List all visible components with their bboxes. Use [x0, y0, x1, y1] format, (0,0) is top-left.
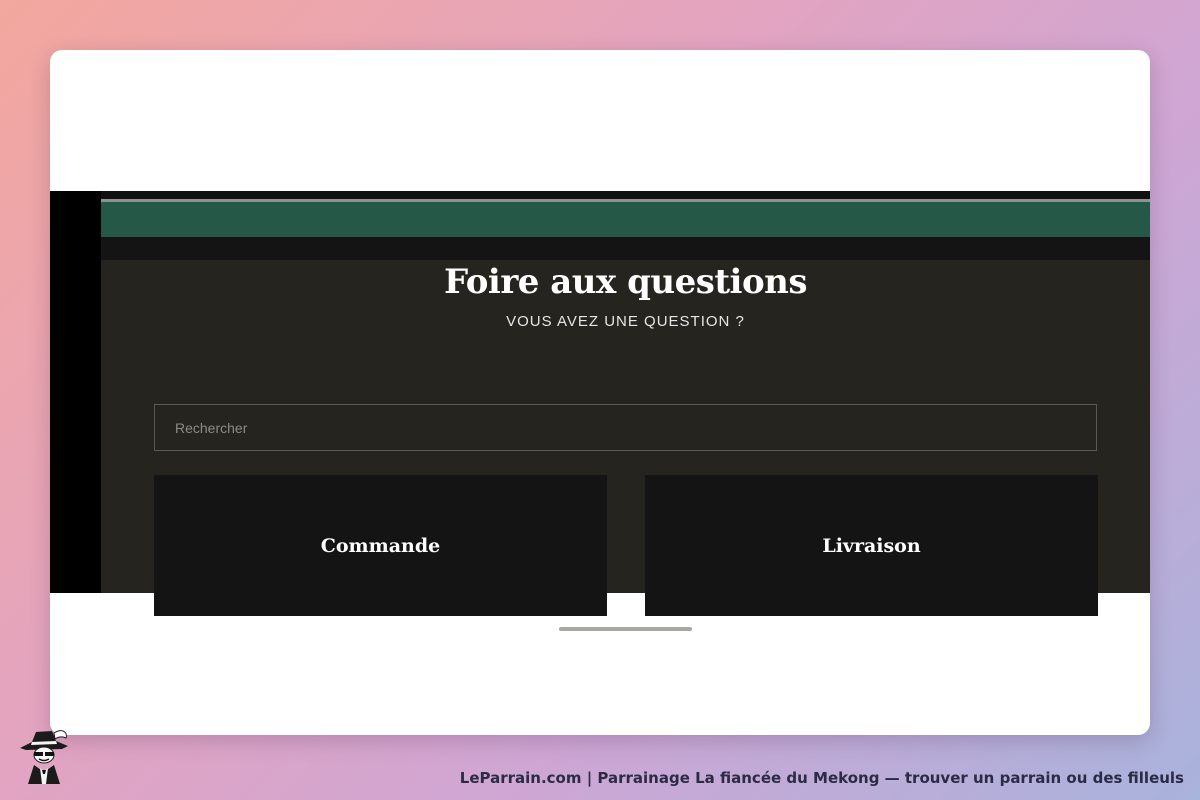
scroll-indicator[interactable]	[559, 627, 692, 631]
faq-title: Foire aux questions	[443, 262, 808, 302]
left-black-bar	[50, 191, 101, 593]
category-label: Commande	[320, 534, 441, 557]
screenshot-card: Foire aux questions VOUS AVEZ UNE QUESTI…	[50, 50, 1150, 735]
category-card-commande[interactable]: Commande	[154, 475, 607, 616]
category-card-livraison[interactable]: Livraison	[645, 475, 1098, 616]
godfather-mascot-icon	[20, 730, 68, 784]
faq-subtitle: VOUS AVEZ UNE QUESTION ?	[506, 313, 745, 330]
category-label: Livraison	[822, 534, 921, 557]
app-screenshot: Foire aux questions VOUS AVEZ UNE QUESTI…	[50, 191, 1150, 631]
header-dark-band	[101, 237, 1150, 260]
footer-caption: LeParrain.com | Parrainage La fiancée du…	[459, 769, 1184, 787]
search-input[interactable]	[154, 404, 1097, 451]
header-green-band	[101, 202, 1150, 237]
